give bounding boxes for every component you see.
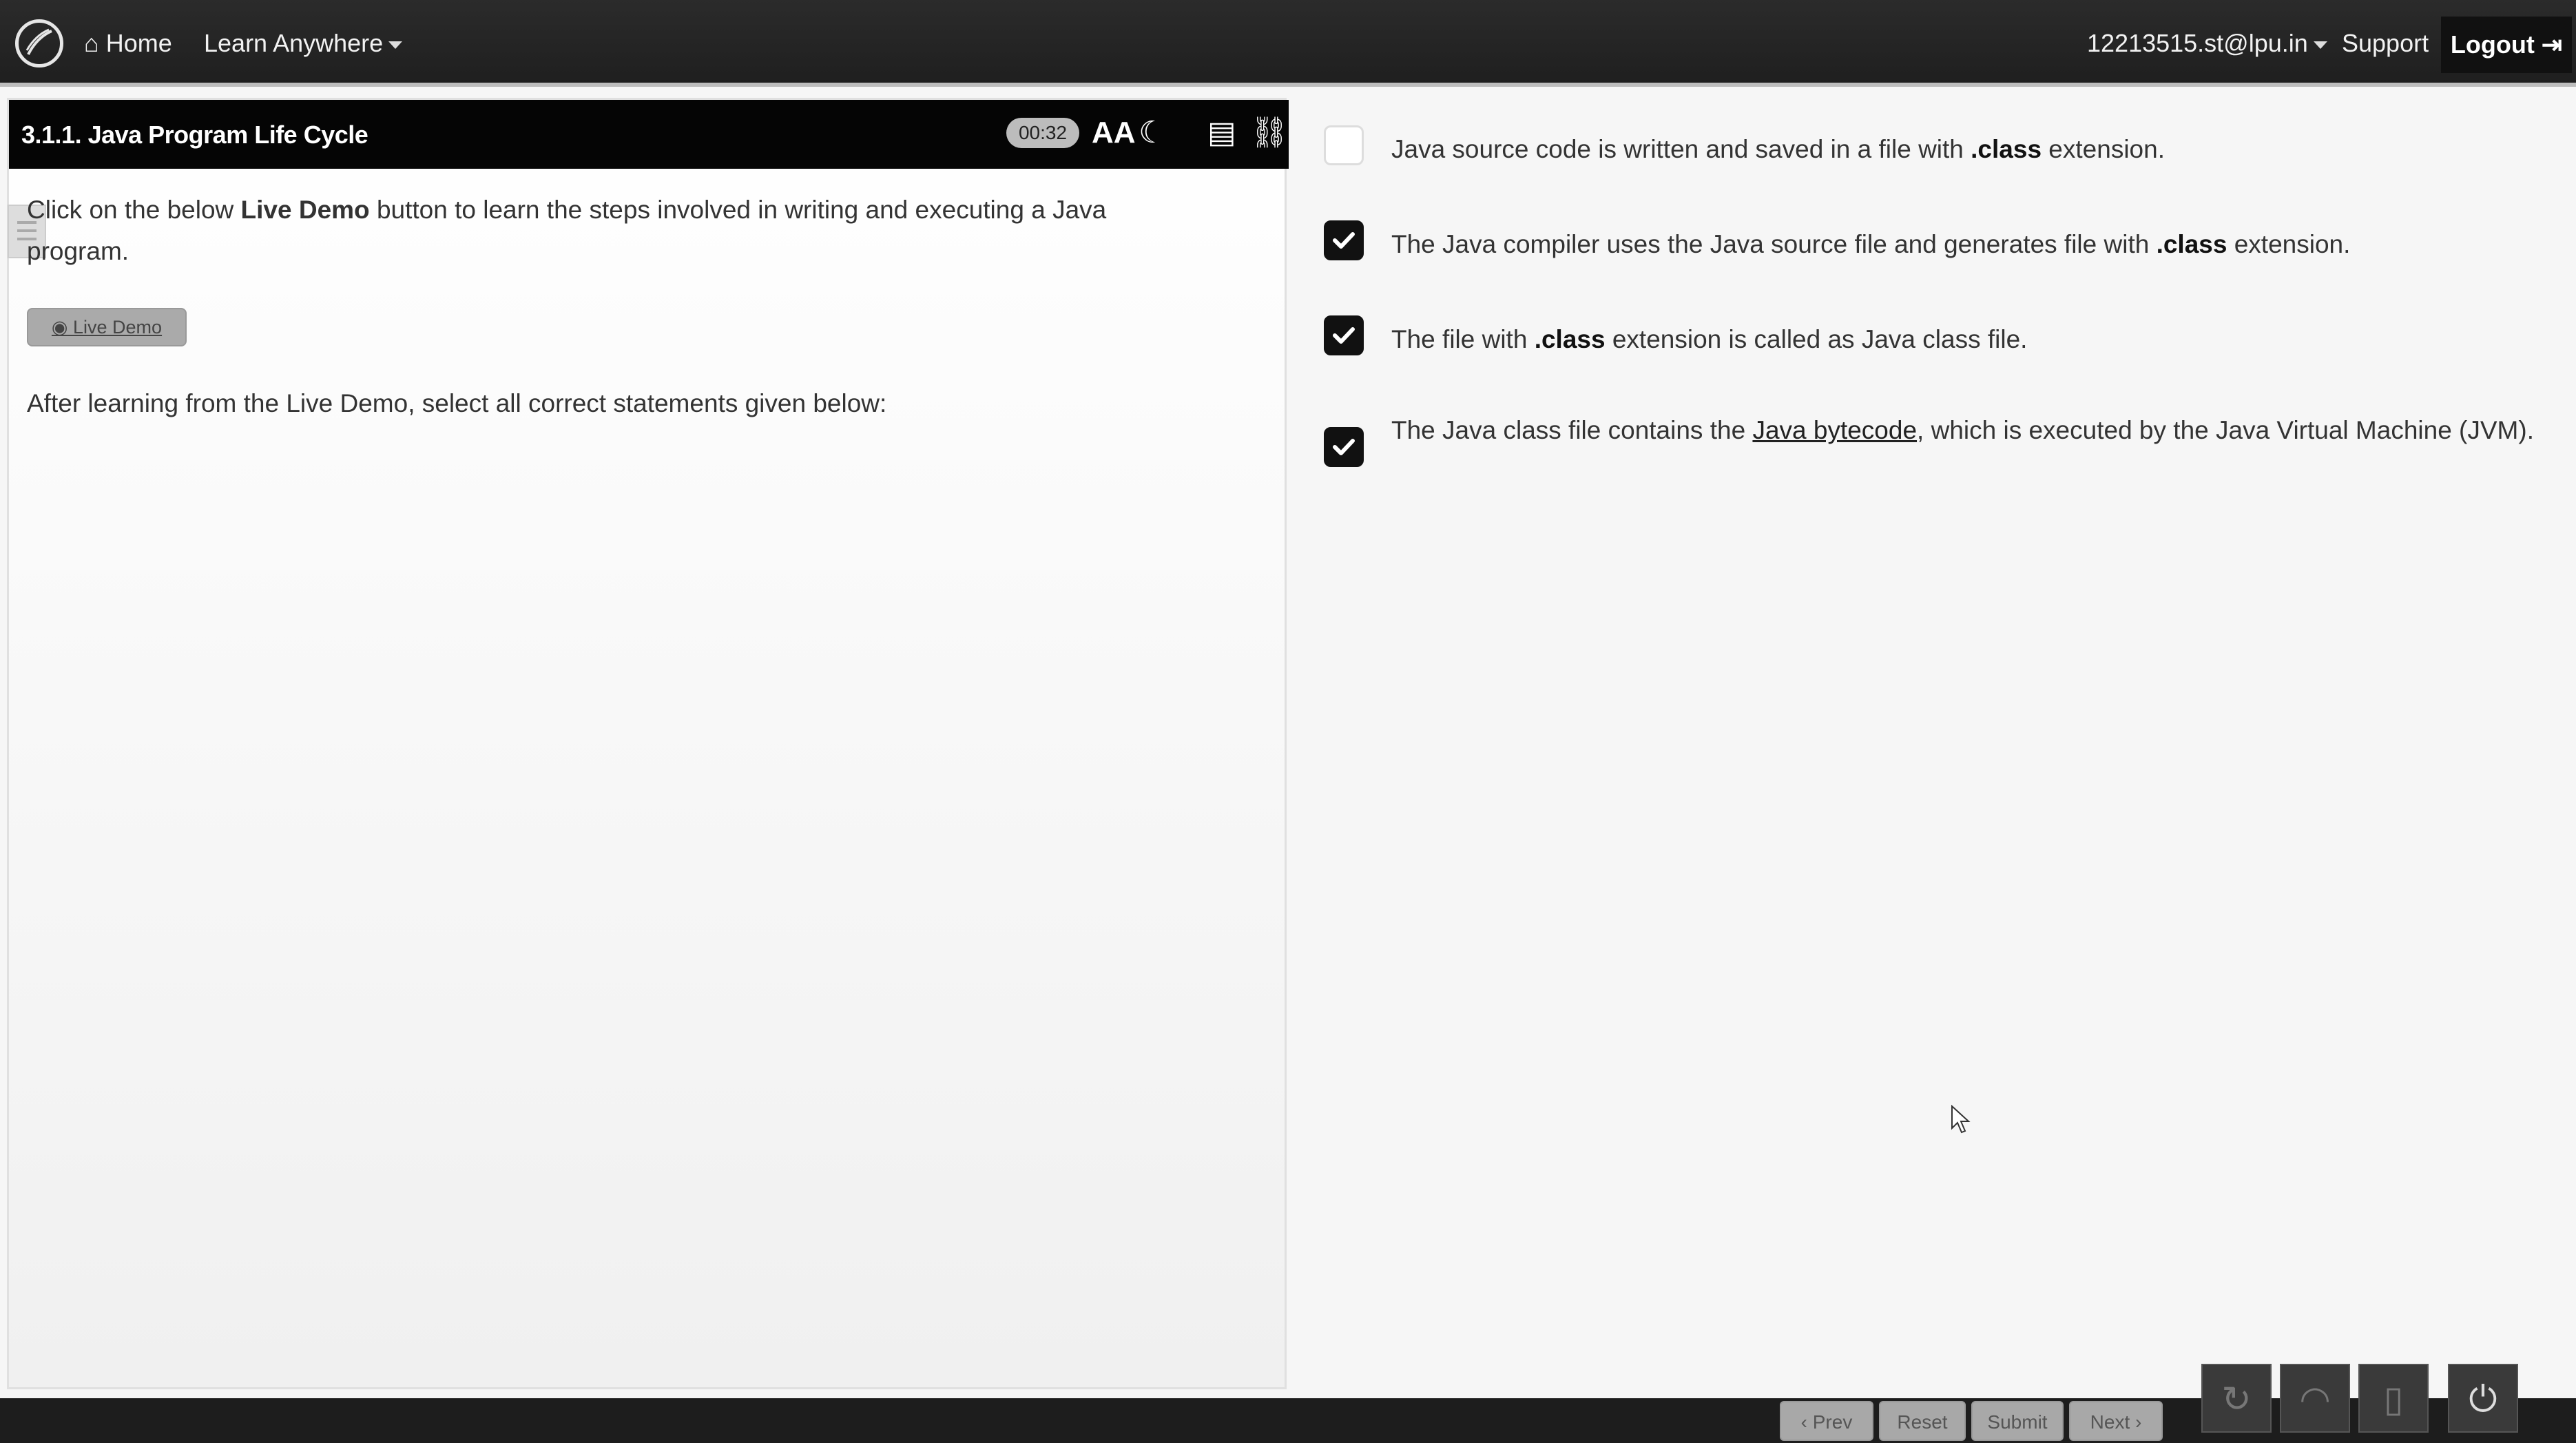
link-icon[interactable]: ⛓ — [1250, 115, 1289, 151]
mouse-cursor-icon — [1951, 1105, 1971, 1134]
refresh-icon[interactable]: ↻ — [2201, 1364, 2272, 1433]
mouse-icon[interactable]: ▯ — [2358, 1364, 2429, 1433]
statement-text-part: The file with — [1391, 325, 1535, 353]
statement-bold: .class — [2156, 230, 2227, 258]
learn-anywhere-label: Learn Anywhere — [204, 29, 384, 57]
learn-anywhere-dropdown[interactable]: Learn Anywhere — [204, 26, 403, 61]
layout-icon[interactable]: ▤ — [1207, 115, 1236, 151]
statement-text-part: The Java compiler uses the Java source f… — [1391, 230, 2157, 258]
prev-button[interactable]: ‹ Prev — [1780, 1401, 1873, 1441]
statement-text-part: The Java class file contains the — [1391, 416, 1753, 444]
statement-text: Java source code is written and saved in… — [1391, 129, 2535, 169]
statement-text: The Java compiler uses the Java source f… — [1391, 225, 2535, 264]
checkbox-checked[interactable] — [1324, 315, 1364, 355]
lesson-header: 3.1.1. Java Program Life Cycle 00:32 AA … — [9, 100, 1289, 169]
lesson-intro: Click on the below Live Demo button to l… — [27, 189, 1198, 272]
submit-button[interactable]: Submit — [1971, 1401, 2064, 1441]
check-icon — [1333, 232, 1355, 249]
logout-icon: ⇥ — [2541, 30, 2563, 59]
timer-badge: 00:32 — [1006, 118, 1079, 148]
intro-bold-text: Live Demo — [240, 196, 370, 224]
statement-text-part: , which is executed by the Java Virtual … — [1917, 416, 2534, 444]
reset-button[interactable]: Reset — [1879, 1401, 1966, 1441]
logout-label: Logout — [2450, 30, 2535, 59]
home-icon: ⌂ — [84, 29, 99, 57]
lesson-panel: 3.1.1. Java Program Life Cycle 00:32 AA … — [7, 98, 1289, 1389]
checkbox-checked[interactable] — [1324, 427, 1364, 467]
wifi-icon[interactable]: ◠ — [2280, 1364, 2350, 1433]
statement-text: The Java class file contains the Java by… — [1391, 411, 2535, 450]
statement-bold: .class — [1534, 325, 1606, 353]
live-demo-label: Live Demo — [73, 317, 163, 338]
user-email: 12213515.st@lpu.in — [2087, 29, 2308, 57]
logout-button[interactable]: Logout ⇥ — [2441, 17, 2572, 73]
statement-text-part: extension is called as Java class file. — [1605, 325, 2028, 353]
question-instruction: After learning from the Live Demo, selec… — [27, 389, 887, 417]
statement-bold: .class — [1971, 135, 2042, 163]
bottom-bar — [0, 1398, 2576, 1443]
chevron-down-icon — [388, 41, 403, 49]
check-icon — [1333, 327, 1355, 344]
live-demo-button[interactable]: ◉ Live Demo — [27, 308, 187, 346]
font-size-icon[interactable]: AA — [1092, 115, 1136, 151]
statement-text-part: Java source code is written and saved in… — [1391, 135, 1971, 163]
statement-text-part: extension. — [2227, 230, 2351, 258]
checkbox-checked[interactable] — [1324, 220, 1364, 260]
lesson-title: 3.1.1. Java Program Life Cycle — [21, 121, 368, 149]
top-navbar: ⌂ Home Learn Anywhere 12213515.st@lpu.in… — [0, 0, 2576, 87]
university-logo-icon[interactable] — [15, 19, 63, 68]
home-link[interactable]: ⌂ Home — [84, 26, 172, 61]
checkbox-unchecked[interactable] — [1324, 125, 1364, 165]
statement-text-part: extension. — [2042, 135, 2165, 163]
power-icon[interactable]: ⏻ — [2448, 1364, 2518, 1433]
next-button[interactable]: Next › — [2069, 1401, 2163, 1441]
check-icon — [1333, 439, 1355, 455]
chevron-down-icon — [2313, 41, 2327, 49]
intro-text: Click on the below — [27, 196, 241, 224]
statement-text: The file with .class extension is called… — [1391, 320, 2535, 359]
eye-icon: ◉ — [51, 317, 68, 338]
support-link[interactable]: Support — [2342, 26, 2429, 61]
home-label: Home — [105, 29, 172, 57]
user-dropdown[interactable]: 12213515.st@lpu.in — [2087, 26, 2327, 61]
dark-mode-icon[interactable]: ☾ — [1139, 115, 1165, 151]
java-bytecode-link[interactable]: Java bytecode — [1752, 416, 1917, 444]
